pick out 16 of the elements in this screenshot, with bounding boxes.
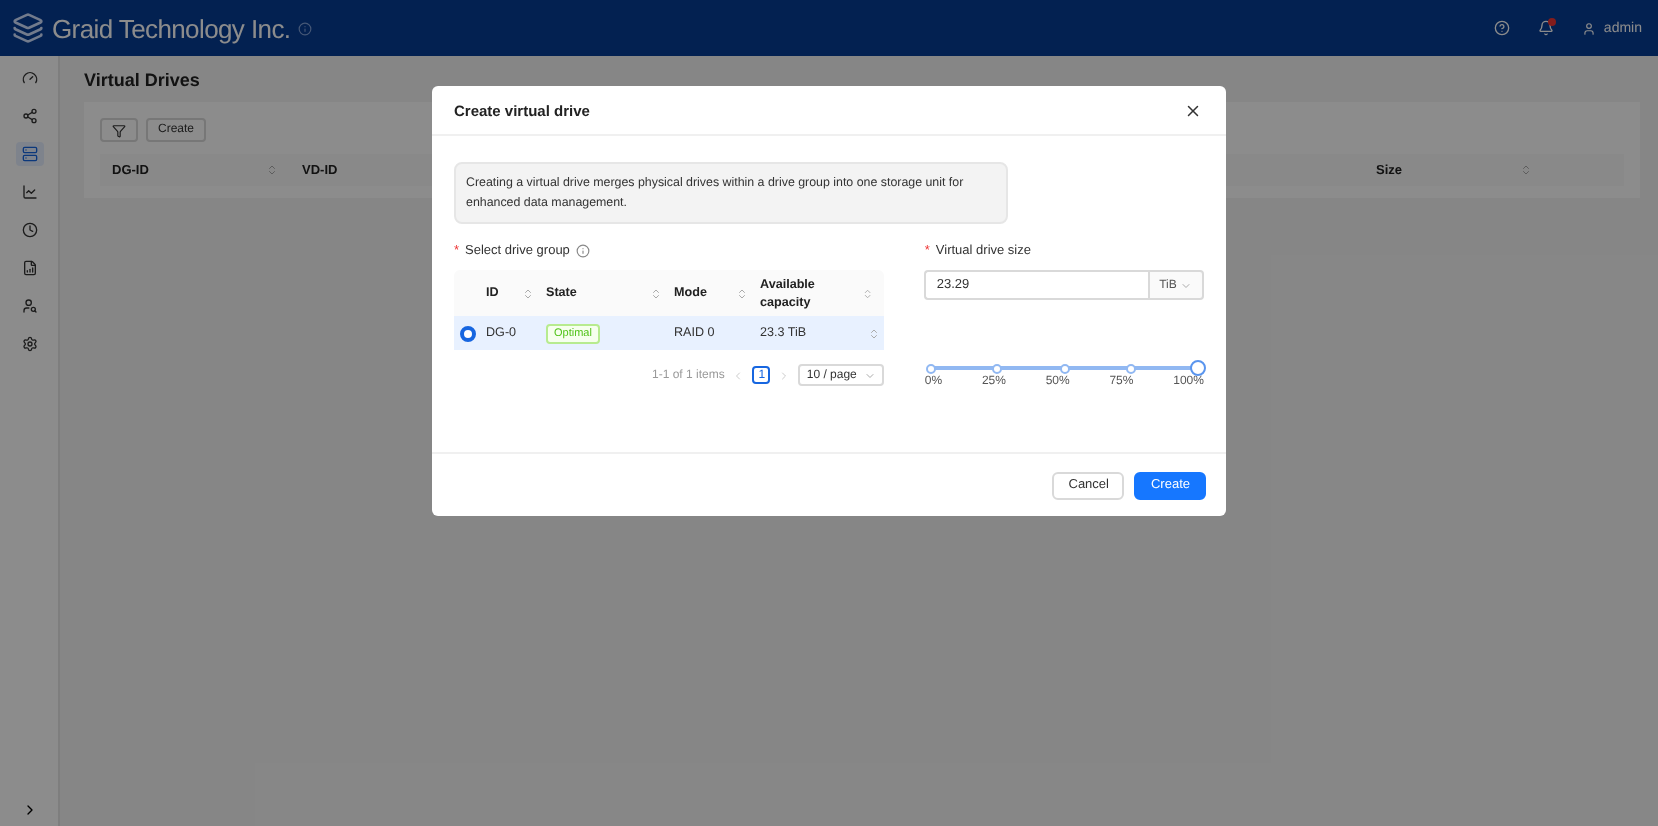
notification-icon[interactable] bbox=[1537, 20, 1554, 36]
info-icon bbox=[575, 244, 590, 258]
slider-handle[interactable] bbox=[1190, 360, 1206, 376]
caret-icon bbox=[864, 369, 877, 381]
filter-icon bbox=[112, 123, 126, 137]
drives-icon[interactable] bbox=[15, 142, 43, 166]
filter-button[interactable] bbox=[100, 118, 138, 142]
user-icon[interactable] bbox=[1581, 21, 1596, 35]
radio-button[interactable] bbox=[460, 325, 476, 341]
page-title: Virtual Drives bbox=[84, 70, 202, 90]
logo-icon bbox=[12, 12, 44, 44]
help-icon[interactable] bbox=[1493, 20, 1510, 36]
caret-icon bbox=[1180, 279, 1193, 291]
close-button[interactable] bbox=[1184, 101, 1202, 119]
info-icon bbox=[298, 21, 313, 35]
brand-name: Graid Technology Inc. bbox=[52, 13, 291, 43]
